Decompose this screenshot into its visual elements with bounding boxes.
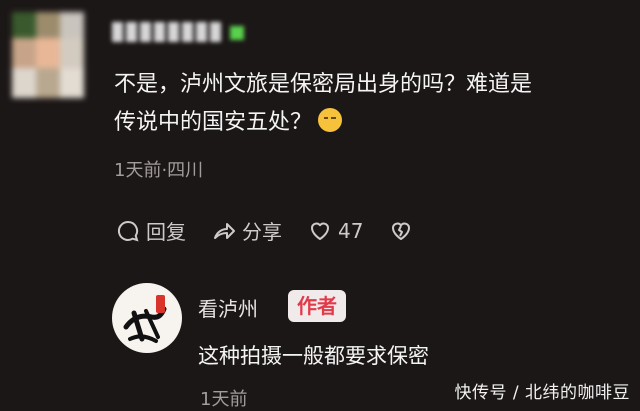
- commenter-avatar[interactable]: [12, 12, 84, 98]
- author-username[interactable]: 看泸州: [198, 293, 258, 322]
- like-count: 47: [338, 218, 364, 243]
- heart-icon: [311, 222, 329, 240]
- like-button[interactable]: 47: [308, 219, 363, 243]
- comment-text-line-1: 不是，泸州文旅是保密局出身的吗？难道是: [114, 72, 533, 97]
- share-label: 分享: [242, 220, 282, 244]
- commenter-username-blurred[interactable]: [112, 22, 244, 44]
- broken-heart-icon: [392, 222, 411, 240]
- comment-text: 不是，泸州文旅是保密局出身的吗？难道是 传说中的国安五处？: [114, 66, 624, 142]
- reply-text: 这种拍摄一般都要求保密: [198, 344, 429, 368]
- comment-meta: 1天前·四川: [114, 160, 204, 181]
- level-badge-icon: [230, 26, 244, 40]
- reply-meta: 1天前: [200, 389, 248, 410]
- comment-actions: 回复 分享 47: [116, 216, 439, 245]
- comment-text-line-2: 传说中的国安五处？: [114, 104, 624, 142]
- author-logo-icon: [123, 295, 167, 343]
- dislike-button[interactable]: [389, 219, 413, 243]
- speech-bubble-icon: [117, 220, 139, 241]
- author-badge: 作者: [288, 290, 346, 322]
- reply-button[interactable]: 回复: [116, 216, 186, 245]
- thinking-emoji-icon: [318, 108, 343, 132]
- share-arrow-icon: [214, 222, 235, 239]
- author-avatar[interactable]: [112, 283, 182, 353]
- watermark: 快传号 / 北纬的咖啡豆: [454, 383, 630, 403]
- share-button[interactable]: 分享: [212, 216, 282, 245]
- reply-label: 回复: [146, 220, 186, 244]
